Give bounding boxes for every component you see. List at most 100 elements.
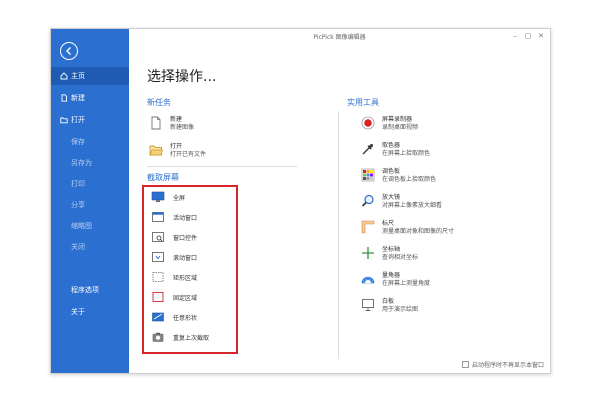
capture-scroll-window[interactable]: 滚动窗口	[151, 251, 197, 263]
tool-subtitle: 录制桌面视频	[382, 124, 419, 131]
open-file-item[interactable]: 打开 打开已有文件	[149, 143, 206, 159]
tool-title: 白板	[382, 298, 395, 305]
capture-item-label: 重复上次截取	[173, 334, 210, 342]
new-file-icon	[149, 116, 163, 130]
capture-repeat-last[interactable]: 重复上次截取	[151, 331, 209, 343]
new-image-item[interactable]: 新建 新建图像	[149, 116, 194, 132]
sidebar-item-label: 缩略图	[71, 222, 92, 230]
sidebar-item-label: 另存为	[71, 159, 92, 167]
page-title: 选择操作...	[147, 69, 217, 85]
new-item-title: 新建	[170, 116, 183, 123]
sidebar-item-home[interactable]: 主页	[51, 67, 129, 85]
fixed-region-icon	[151, 291, 165, 303]
window-control-icon	[151, 231, 165, 243]
capture-item-label: 矩形区域	[173, 274, 198, 282]
sidebar-item-save-as[interactable]: 另存为	[51, 154, 129, 172]
active-window-icon	[151, 211, 165, 223]
tool-title: 取色器	[382, 142, 401, 149]
tool-subtitle: 测量桌面对象和图像的尺寸	[382, 228, 455, 235]
section-divider	[147, 166, 297, 167]
startup-option[interactable]: 启动程序时不再显示本窗口	[461, 360, 544, 369]
sidebar-item-thumbnail[interactable]: 缩略图	[51, 217, 129, 235]
repeat-capture-icon	[151, 331, 165, 343]
back-button[interactable]	[60, 42, 78, 60]
capture-active-window[interactable]: 活动窗口	[151, 211, 197, 223]
open-item-subtitle: 打开已有文件	[170, 151, 207, 158]
tools-label: 实用工具	[347, 98, 379, 107]
tool-title: 坐标轴	[382, 246, 401, 253]
open-item-title: 打开	[170, 143, 183, 150]
sidebar-item-label: 程序选项	[71, 286, 99, 294]
sidebar-item-label: 保存	[71, 138, 85, 146]
tool-screen-recorder[interactable]: 屏幕录制器 录制桌面视频	[361, 116, 418, 132]
tool-whiteboard[interactable]: 白板 用于演示绘图	[361, 298, 418, 314]
capture-window-control[interactable]: 窗口控件	[151, 231, 197, 243]
capture-fullscreen[interactable]: 全屏	[151, 191, 185, 203]
new-item-subtitle: 新建图像	[170, 124, 195, 131]
column-divider	[338, 111, 339, 359]
sidebar-item-print[interactable]: 打印	[51, 175, 129, 193]
tool-subtitle: 在调色板上拾取颜色	[382, 176, 437, 183]
tool-ruler[interactable]: 标尺 测量桌面对象和图像的尺寸	[361, 220, 454, 236]
capture-label: 截取屏幕	[147, 173, 179, 182]
record-icon	[361, 116, 375, 130]
tool-title: 标尺	[382, 220, 395, 227]
sidebar: 主页 新建 打开 保存 另存为 打印 分享 缩略图 关闭 程序选项 关于	[51, 29, 129, 373]
back-arrow-icon	[66, 47, 71, 55]
tool-subtitle: 在屏幕上拾取颜色	[382, 150, 431, 157]
sidebar-item-about[interactable]: 关于	[51, 303, 129, 321]
sidebar-item-label: 新建	[71, 94, 85, 102]
capture-rect-region[interactable]: 矩形区域	[151, 271, 197, 283]
tool-title: 量角器	[382, 272, 401, 279]
ruler-icon	[361, 220, 375, 234]
startup-checkbox[interactable]	[461, 361, 469, 368]
sidebar-item-label: 关闭	[71, 243, 85, 251]
sidebar-item-label: 分享	[71, 201, 85, 209]
rect-region-icon	[151, 271, 165, 283]
eyedropper-icon	[361, 142, 375, 156]
protractor-icon	[361, 272, 375, 286]
tool-protractor[interactable]: 量角器 在屏幕上测量角度	[361, 272, 430, 288]
capture-fixed-region[interactable]: 固定区域	[151, 291, 197, 303]
sidebar-item-label: 打印	[71, 180, 85, 188]
sidebar-item-label: 主页	[71, 72, 85, 80]
capture-item-label: 全屏	[173, 194, 186, 202]
capture-freehand[interactable]: 任意形状	[151, 311, 197, 323]
capture-item-label: 滚动窗口	[173, 254, 198, 262]
scroll-window-icon	[151, 251, 165, 263]
tool-magnifier[interactable]: 放大镜 对屏幕上像素放大细看	[361, 194, 442, 210]
sidebar-item-open[interactable]: 打开	[51, 111, 129, 129]
sidebar-item-label: 打开	[71, 116, 85, 124]
sidebar-item-save[interactable]: 保存	[51, 133, 129, 151]
tool-title: 调色板	[382, 168, 401, 175]
tool-subtitle: 在屏幕上测量角度	[382, 280, 431, 287]
crosshair-icon	[361, 246, 375, 260]
open-folder-icon	[60, 116, 68, 124]
open-folder-icon	[149, 143, 163, 157]
capture-item-label: 窗口控件	[173, 234, 198, 242]
magnifier-icon	[361, 194, 375, 208]
tool-title: 屏幕录制器	[382, 116, 413, 123]
sidebar-item-label: 关于	[71, 308, 85, 316]
home-icon	[60, 72, 68, 80]
tool-subtitle: 用于演示绘图	[382, 306, 419, 313]
sidebar-item-share[interactable]: 分享	[51, 196, 129, 214]
capture-item-label: 任意形状	[173, 314, 198, 322]
freehand-icon	[151, 311, 165, 323]
tool-subtitle: 查询相对坐标	[382, 254, 419, 261]
fullscreen-icon	[151, 191, 165, 203]
tool-subtitle: 对屏幕上像素放大细看	[382, 202, 443, 209]
tool-title: 放大镜	[382, 194, 401, 201]
main-content: 选择操作... 新任务 新建 新建图像 打开 打开已有文件 截取屏幕 全屏 活动…	[129, 29, 550, 373]
tool-palette[interactable]: 调色板 在调色板上拾取颜色	[361, 168, 436, 184]
new-file-icon	[60, 94, 68, 102]
whiteboard-icon	[361, 298, 375, 312]
capture-item-label: 固定区域	[173, 294, 198, 302]
sidebar-item-close[interactable]: 关闭	[51, 238, 129, 256]
tool-crosshair[interactable]: 坐标轴 查询相对坐标	[361, 246, 418, 262]
tool-color-picker[interactable]: 取色器 在屏幕上拾取颜色	[361, 142, 430, 158]
sidebar-item-new[interactable]: 新建	[51, 89, 129, 107]
new-task-label: 新任务	[147, 98, 171, 107]
startup-checkbox-label: 启动程序时不再显示本窗口	[471, 362, 544, 369]
sidebar-item-options[interactable]: 程序选项	[51, 281, 129, 299]
